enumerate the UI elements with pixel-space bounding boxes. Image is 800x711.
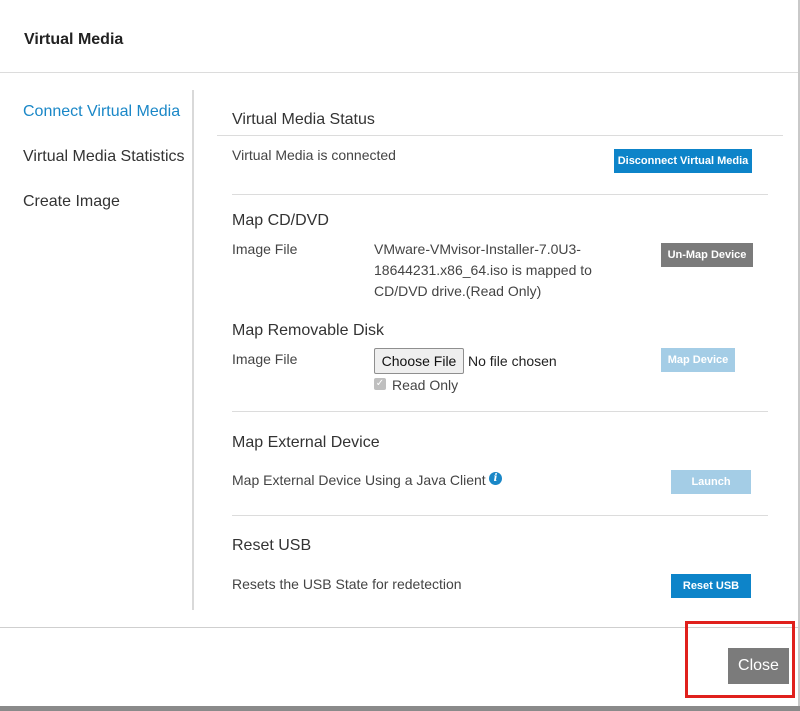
cd-dvd-mapped-text-line3: CD/DVD drive.(Read Only): [374, 283, 542, 299]
no-file-chosen-text: No file chosen: [468, 353, 557, 369]
cd-dvd-section-title: Map CD/DVD: [232, 212, 329, 229]
dialog-header: Virtual Media: [0, 0, 800, 73]
reset-usb-section-title: Reset USB: [232, 537, 312, 554]
disconnect-virtual-media-button[interactable]: Disconnect Virtual Media: [614, 149, 752, 173]
map-device-button[interactable]: Map Device: [661, 348, 735, 372]
read-only-label: Read Only: [392, 377, 459, 393]
cd-dvd-mapped-text-line2: 18644231.x86_64.iso is mapped to: [374, 262, 592, 278]
removable-image-file-label: Image File: [232, 351, 298, 367]
removable-disk-section-title: Map Removable Disk: [232, 322, 385, 339]
reset-usb-text: Resets the USB State for redetection: [232, 576, 462, 592]
sidebar-item-virtual-media-statistics[interactable]: Virtual Media Statistics: [23, 148, 185, 166]
status-section-title: Virtual Media Status: [232, 111, 375, 128]
section-divider: [232, 194, 768, 195]
sidebar-item-create-image[interactable]: Create Image: [23, 193, 120, 211]
sidebar-item-connect-virtual-media[interactable]: Connect Virtual Media: [23, 103, 180, 121]
close-button[interactable]: Close: [728, 648, 789, 684]
status-title-divider: [217, 135, 783, 136]
cd-dvd-image-file-label: Image File: [232, 241, 298, 257]
status-text: Virtual Media is connected: [232, 147, 396, 163]
dialog-title: Virtual Media: [24, 31, 124, 48]
cd-dvd-mapped-text-line1: VMware-VMvisor-Installer-7.0U3-: [374, 241, 581, 257]
footer-divider: [0, 627, 800, 628]
sidebar-nav: Connect Virtual Media Virtual Media Stat…: [0, 90, 192, 470]
sidebar-divider: [192, 90, 194, 610]
virtual-media-dialog: Virtual Media Connect Virtual Media Virt…: [0, 0, 800, 711]
section-divider: [232, 411, 768, 412]
reset-usb-button[interactable]: Reset USB: [671, 574, 751, 598]
launch-button[interactable]: Launch: [671, 470, 751, 494]
unmap-device-button[interactable]: Un-Map Device: [661, 243, 753, 267]
info-icon[interactable]: i: [489, 472, 502, 485]
choose-file-button[interactable]: Choose File: [374, 348, 464, 374]
section-divider: [232, 515, 768, 516]
dialog-bottom-border: [0, 706, 800, 711]
external-device-section-title: Map External Device: [232, 434, 380, 451]
external-device-text: Map External Device Using a Java Client: [232, 472, 486, 488]
read-only-checkbox[interactable]: ✓: [374, 378, 386, 390]
